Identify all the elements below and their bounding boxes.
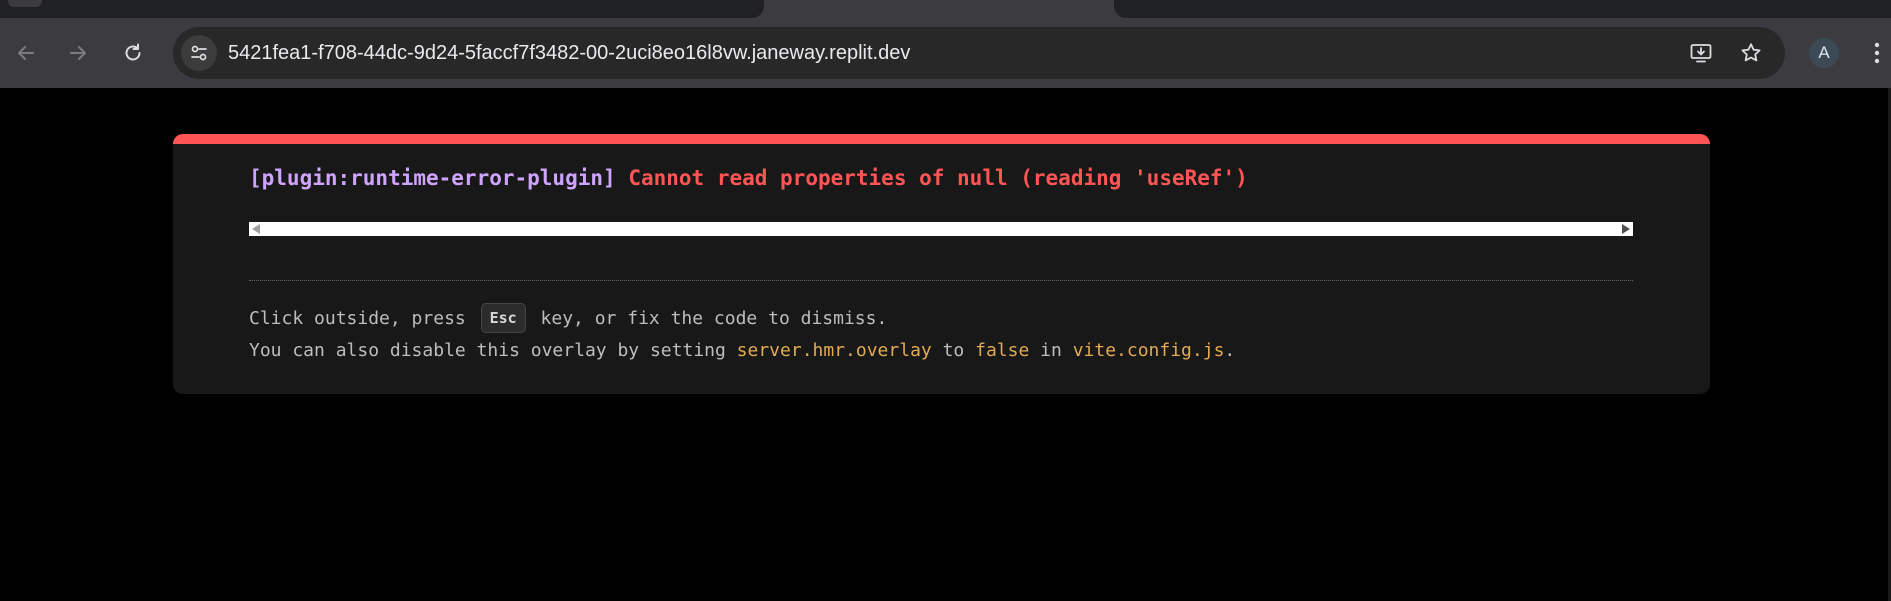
page-content: [plugin:runtime-error-plugin] Cannot rea… bbox=[0, 88, 1891, 601]
scroll-right-icon[interactable] bbox=[1622, 224, 1630, 234]
url-text[interactable]: 5421fea1-f708-44dc-9d24-5faccf7f3482-00-… bbox=[228, 27, 910, 79]
error-accent-bar bbox=[173, 134, 1710, 144]
star-icon bbox=[1741, 43, 1761, 62]
config-key: server.hmr.overlay bbox=[736, 340, 932, 361]
tip-text: in bbox=[1040, 340, 1062, 361]
error-overlay: [plugin:runtime-error-plugin] Cannot rea… bbox=[173, 134, 1710, 394]
forward-arrow-icon bbox=[70, 46, 86, 60]
forward-button[interactable] bbox=[60, 35, 96, 71]
profile-avatar[interactable]: A bbox=[1809, 38, 1839, 68]
divider bbox=[249, 280, 1633, 281]
scroll-left-icon[interactable] bbox=[252, 224, 260, 234]
tab-left[interactable] bbox=[0, 0, 764, 18]
back-arrow-icon bbox=[18, 46, 34, 60]
browser-menu-button[interactable] bbox=[1864, 35, 1890, 71]
disable-overlay-tip: You can also disable this overlay by set… bbox=[249, 340, 1235, 361]
error-message: Cannot read properties of null (reading … bbox=[628, 166, 1248, 190]
config-file: vite.config.js bbox=[1072, 340, 1225, 361]
tip-text: Click outside, press bbox=[249, 308, 466, 329]
browser-toolbar: 5421fea1-f708-44dc-9d24-5faccf7f3482-00-… bbox=[0, 18, 1891, 88]
reload-icon bbox=[125, 43, 141, 61]
tip-text: key, or fix the code to dismiss. bbox=[540, 308, 888, 329]
install-app-icon bbox=[1690, 44, 1712, 63]
code-frame[interactable] bbox=[249, 222, 1633, 236]
tip-text: You can also disable this overlay by set… bbox=[249, 340, 726, 361]
esc-key-badge: Esc bbox=[480, 303, 526, 333]
kebab-menu-icon bbox=[1874, 42, 1880, 64]
tab-strip bbox=[0, 0, 1891, 18]
reload-button[interactable] bbox=[115, 35, 151, 71]
site-settings-icon bbox=[191, 45, 207, 61]
browser-window: 5421fea1-f708-44dc-9d24-5faccf7f3482-00-… bbox=[0, 0, 1891, 601]
site-info-button[interactable] bbox=[181, 35, 217, 71]
install-app-button[interactable] bbox=[1683, 35, 1719, 71]
tab-right[interactable] bbox=[1114, 0, 1891, 18]
address-bar[interactable]: 5421fea1-f708-44dc-9d24-5faccf7f3482-00-… bbox=[173, 27, 1785, 79]
config-value: false bbox=[975, 340, 1030, 361]
dismiss-tip: Click outside, press Esc key, or fix the… bbox=[249, 303, 888, 334]
bookmark-button[interactable] bbox=[1733, 35, 1769, 71]
back-button[interactable] bbox=[8, 35, 44, 71]
plugin-name: [plugin:runtime-error-plugin] bbox=[249, 166, 616, 190]
error-heading: [plugin:runtime-error-plugin] Cannot rea… bbox=[249, 166, 1248, 190]
tip-text: . bbox=[1224, 340, 1236, 361]
tip-text: to bbox=[942, 340, 965, 361]
tab-stub bbox=[8, 0, 42, 7]
